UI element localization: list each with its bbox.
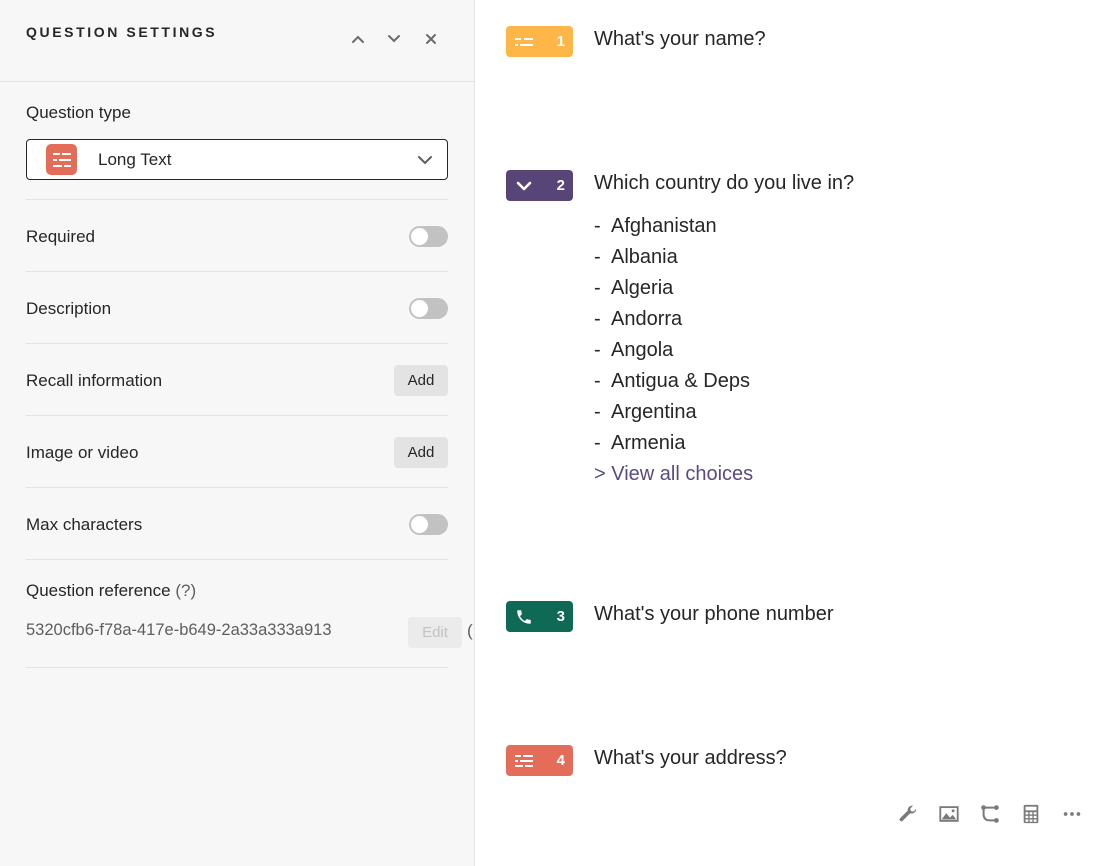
question-settings-panel: QUESTION SETTINGS Question type Long Tex… <box>0 0 475 866</box>
long-text-icon <box>515 754 533 767</box>
choice-label: Argentina <box>611 401 697 423</box>
divider <box>26 487 448 488</box>
question-badge[interactable]: 3 <box>506 601 573 632</box>
short-text-icon <box>515 37 533 46</box>
choice-item: - Afghanistan <box>594 215 717 237</box>
divider <box>26 559 448 560</box>
question-number: 3 <box>556 608 565 625</box>
choice-item: - Algeria <box>594 277 674 299</box>
question-reference-label: Question reference (?) <box>26 581 196 601</box>
choice-list: - Afghanistan - Albania - Algeria - Andorra … <box>594 214 753 493</box>
media-tool-button[interactable] <box>937 802 961 826</box>
close-icon <box>426 34 436 44</box>
panel-title: QUESTION SETTINGS <box>26 24 218 40</box>
required-toggle[interactable] <box>409 226 448 247</box>
logic-branch-icon <box>981 805 999 823</box>
required-label: Required <box>26 227 95 246</box>
long-text-icon <box>46 144 77 175</box>
panel-header: QUESTION SETTINGS <box>0 0 474 82</box>
choice-label: Antigua & Deps <box>611 370 750 392</box>
previous-question-button[interactable] <box>347 28 369 50</box>
choice-label: Afghanistan <box>611 215 717 237</box>
image-icon <box>939 806 959 822</box>
chevron-down-icon <box>418 156 432 165</box>
form-preview: 1 What's your name? 2 Which country do y… <box>476 0 1116 866</box>
question-toolbar <box>896 802 1084 826</box>
question-number: 2 <box>556 177 565 194</box>
wrench-icon <box>899 805 917 822</box>
question-badge[interactable]: 4 <box>506 745 573 776</box>
edit-reference-button: Edit <box>408 617 462 648</box>
question-text[interactable]: What's your address? <box>594 747 787 770</box>
divider <box>26 415 448 416</box>
divider <box>26 667 448 668</box>
choice-item: - Antigua & Deps <box>594 370 750 392</box>
chevron-down-icon <box>388 35 400 43</box>
choice-label: Angola <box>611 339 674 361</box>
choice-label: Algeria <box>611 277 674 299</box>
question-type-label: Question type <box>26 103 131 122</box>
dropdown-icon <box>516 181 532 190</box>
question-text[interactable]: What's your phone number <box>594 603 834 626</box>
question-reference-help[interactable]: (?) <box>175 581 196 600</box>
close-panel-button[interactable] <box>420 28 442 50</box>
logic-tool-button[interactable] <box>978 802 1002 826</box>
choice-item: - Albania <box>594 246 678 268</box>
description-toggle[interactable] <box>409 298 448 319</box>
phone-icon <box>517 609 531 624</box>
choice-label: Armenia <box>611 432 686 454</box>
truncated-text: ( <box>467 621 473 640</box>
question-text[interactable]: Which country do you live in? <box>594 172 854 195</box>
divider <box>26 343 448 344</box>
question-badge[interactable]: 2 <box>506 170 573 201</box>
chevron-up-icon <box>352 35 364 43</box>
description-label: Description <box>26 299 112 318</box>
question-text[interactable]: What's your name? <box>594 28 766 51</box>
divider <box>26 199 448 200</box>
choice-item: - Andorra <box>594 308 683 330</box>
choice-label: Albania <box>611 246 678 268</box>
image-or-video-label: Image or video <box>26 443 139 462</box>
question-number: 4 <box>556 752 565 769</box>
question-type-value: Long Text <box>98 150 172 169</box>
next-question-button[interactable] <box>383 28 405 50</box>
choice-item: - Armenia <box>594 432 686 454</box>
recall-information-label: Recall information <box>26 371 163 390</box>
question-reference-title: Question reference <box>26 581 171 600</box>
question-number: 1 <box>556 33 565 50</box>
settings-tool-button[interactable] <box>896 802 920 826</box>
view-all-choices-link[interactable]: > View all choices <box>594 463 753 485</box>
choice-label: Andorra <box>611 308 683 330</box>
image-or-video-add-button[interactable]: Add <box>394 437 448 468</box>
recall-information-add-button[interactable]: Add <box>394 365 448 396</box>
choice-item: - Argentina <box>594 401 697 423</box>
max-characters-toggle[interactable] <box>409 514 448 535</box>
calculator-icon <box>1023 804 1039 824</box>
divider <box>26 271 448 272</box>
max-characters-label: Max characters <box>26 515 143 534</box>
more-icon <box>1063 812 1081 816</box>
question-badge[interactable]: 1 <box>506 26 573 57</box>
question-reference-value: 5320cfb6-f78a-417e-b649-2a33a333a913 <box>26 621 332 639</box>
more-options-button[interactable] <box>1060 802 1084 826</box>
choice-item: - Angola <box>594 339 674 361</box>
calculator-tool-button[interactable] <box>1019 802 1043 826</box>
question-type-select[interactable]: Long Text <box>26 139 448 180</box>
